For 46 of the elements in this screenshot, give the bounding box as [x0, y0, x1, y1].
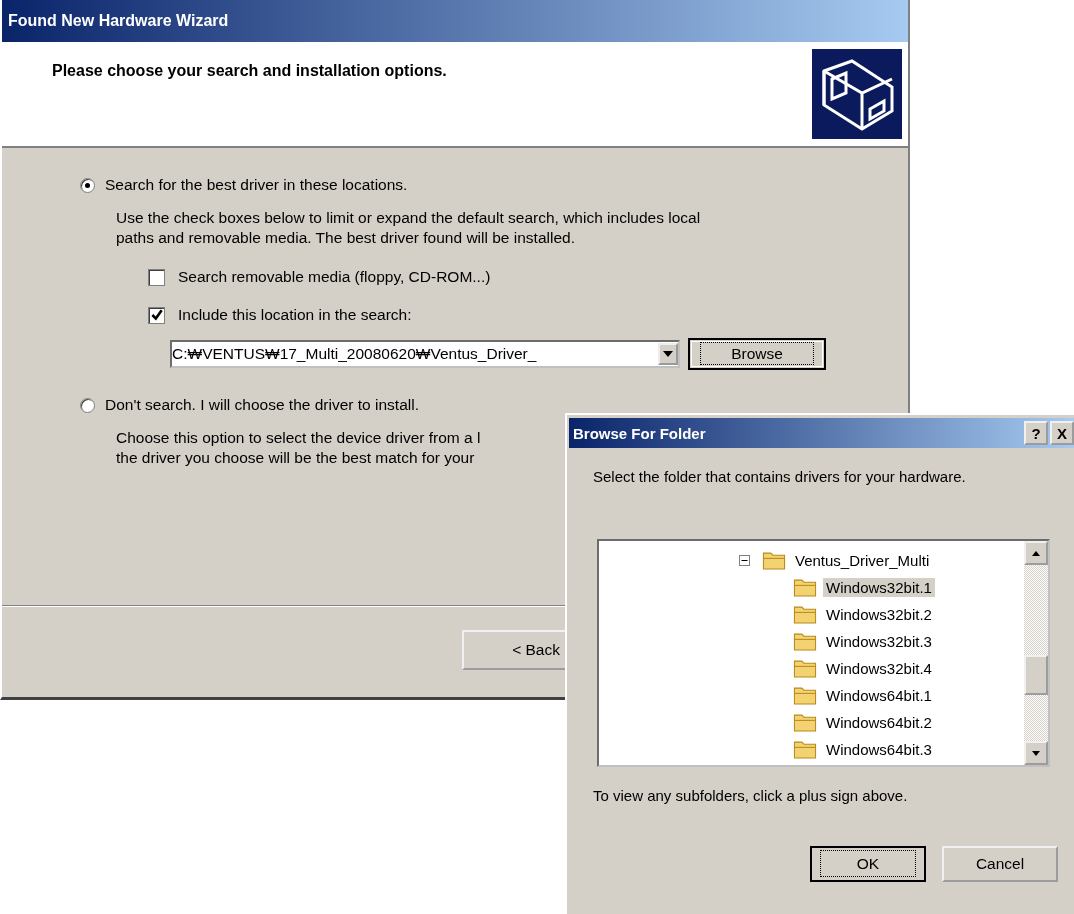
help-button[interactable]: ? — [1024, 421, 1048, 445]
window-title: Found New Hardware Wizard — [8, 12, 229, 30]
scrollbar[interactable] — [1024, 541, 1048, 765]
folder-icon — [793, 658, 817, 678]
option-description: the driver you choose will be the best match for your — [116, 448, 475, 468]
tree-item[interactable]: Ventus_Driver_Multi — [792, 550, 933, 570]
option-description: Use the check boxes below to limit or expand the default search, which includes local — [116, 208, 701, 228]
checkbox-label[interactable]: Search removable media (floppy, CD-ROM...) — [178, 268, 491, 286]
collapse-icon[interactable] — [739, 554, 750, 566]
option-description: paths and removable media. The best driver found will be installed. — [116, 228, 575, 248]
tree-item[interactable]: Windows32bit.1 — [823, 577, 935, 597]
scroll-up-button[interactable] — [1024, 541, 1048, 565]
folder-icon — [793, 712, 817, 732]
page-heading: Please choose your search and installation options. — [52, 62, 447, 80]
browse-button[interactable]: Browse — [688, 338, 826, 370]
folder-icon — [762, 550, 786, 570]
folder-icon — [793, 604, 817, 624]
close-button[interactable]: X — [1050, 421, 1074, 445]
location-combo[interactable]: C:₩VENTUS₩17_Multi_20080620₩Ventus_Driver_ — [170, 340, 680, 368]
folder-icon — [793, 685, 817, 705]
folder-icon — [793, 631, 817, 651]
up-arrow-icon — [1032, 550, 1040, 556]
folder-icon — [793, 577, 817, 597]
instruction-text: Select the folder that contains drivers for your hardware. — [593, 468, 967, 485]
checkbox-label[interactable]: Include this location in the search: — [178, 306, 412, 324]
tree-item[interactable]: Windows64bit.2 — [823, 712, 935, 732]
option-label[interactable]: Search for the best driver in these locations. — [105, 176, 408, 194]
option-label[interactable]: Don't search. I will choose the driver to install. — [105, 396, 419, 414]
down-arrow-icon — [1032, 750, 1040, 756]
cancel-button[interactable]: Cancel — [942, 846, 1058, 882]
hint-text: To view any subfolders, click a plus sign above. — [593, 787, 909, 804]
tree-item[interactable]: Windows32bit.3 — [823, 631, 935, 651]
dialog-title: Browse For Folder — [573, 424, 706, 442]
folder-icon — [793, 739, 817, 759]
ok-button[interactable]: OK — [810, 846, 926, 882]
tree-item[interactable]: Windows64bit.1 — [823, 685, 935, 705]
checkbox[interactable] — [148, 268, 165, 286]
tree-item[interactable]: Windows32bit.4 — [823, 658, 935, 678]
scroll-thumb[interactable] — [1024, 655, 1048, 695]
hardware-box-icon — [812, 49, 902, 139]
option-description: Choose this option to select the device driver from a l — [116, 428, 481, 448]
back-button[interactable]: < Back — [462, 630, 568, 670]
checkbox[interactable] — [148, 306, 165, 324]
scroll-down-button[interactable] — [1024, 741, 1048, 765]
tree-item[interactable]: Windows32bit.2 — [823, 604, 935, 624]
tree-item[interactable]: Windows64bit.3 — [823, 739, 935, 759]
